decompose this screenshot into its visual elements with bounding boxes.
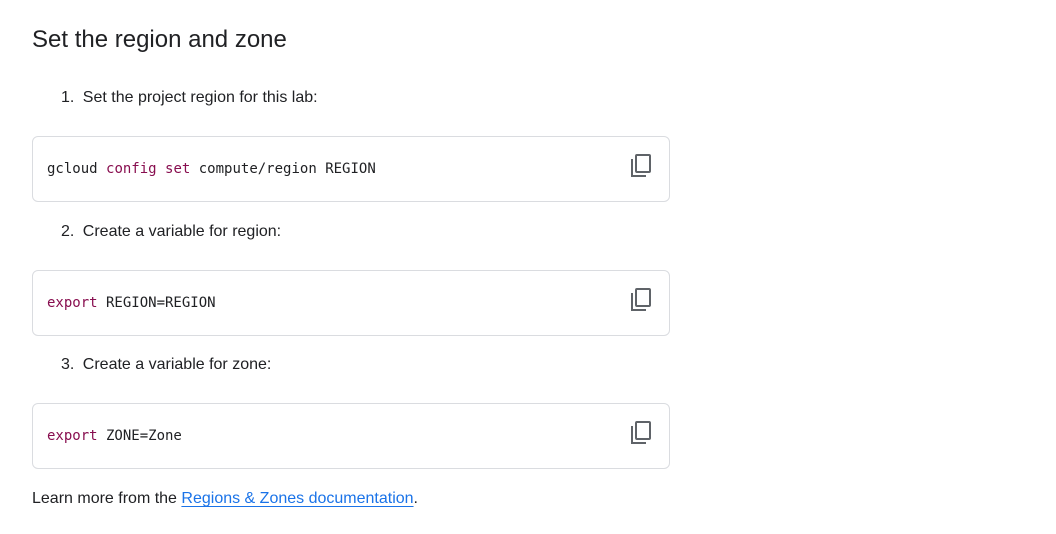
step-number: 3. <box>61 356 75 373</box>
regions-zones-doc-link[interactable]: Regions & Zones documentation <box>181 490 413 507</box>
code-token: REGION=REGION <box>97 295 216 311</box>
content-copy-icon <box>631 154 651 177</box>
code-keyword: config <box>106 161 157 177</box>
lab-content: Set the region and zone 1. Set the proje… <box>0 0 1056 534</box>
code-line: export REGION=REGION <box>47 293 216 313</box>
copy-button[interactable] <box>630 154 652 178</box>
code-token: gcloud <box>47 161 107 177</box>
step-2: 2. Create a variable for region: <box>61 222 281 242</box>
step-number: 1. <box>61 89 75 106</box>
footer-suffix: . <box>413 490 418 507</box>
code-line: gcloud config set compute/region REGION <box>47 159 376 179</box>
content-copy-icon <box>631 421 651 444</box>
code-token: compute/region REGION <box>190 161 376 177</box>
code-block-3: export ZONE=Zone <box>32 403 670 469</box>
step-1: 1. Set the project region for this lab: <box>61 88 318 108</box>
code-keyword: export <box>47 295 98 311</box>
step-text: Create a variable for region: <box>82 223 282 240</box>
step-number: 2. <box>61 223 75 240</box>
code-keyword: set <box>165 161 191 177</box>
code-line: export ZONE=Zone <box>47 426 182 446</box>
footer-prefix: Learn more from the <box>32 490 182 507</box>
code-token: ZONE=Zone <box>97 428 182 444</box>
step-text: Create a variable for zone: <box>82 356 272 373</box>
section-title: Set the region and zone <box>32 26 287 53</box>
step-3: 3. Create a variable for zone: <box>61 355 271 375</box>
step-text: Set the project region for this lab: <box>82 89 318 106</box>
code-keyword: export <box>47 428 98 444</box>
learn-more-text: Learn more from the Regions & Zones docu… <box>32 489 418 509</box>
content-copy-icon <box>631 288 651 311</box>
copy-button[interactable] <box>630 288 652 312</box>
code-block-2: export REGION=REGION <box>32 270 670 336</box>
copy-button[interactable] <box>630 421 652 445</box>
code-block-1: gcloud config set compute/region REGION <box>32 136 670 202</box>
